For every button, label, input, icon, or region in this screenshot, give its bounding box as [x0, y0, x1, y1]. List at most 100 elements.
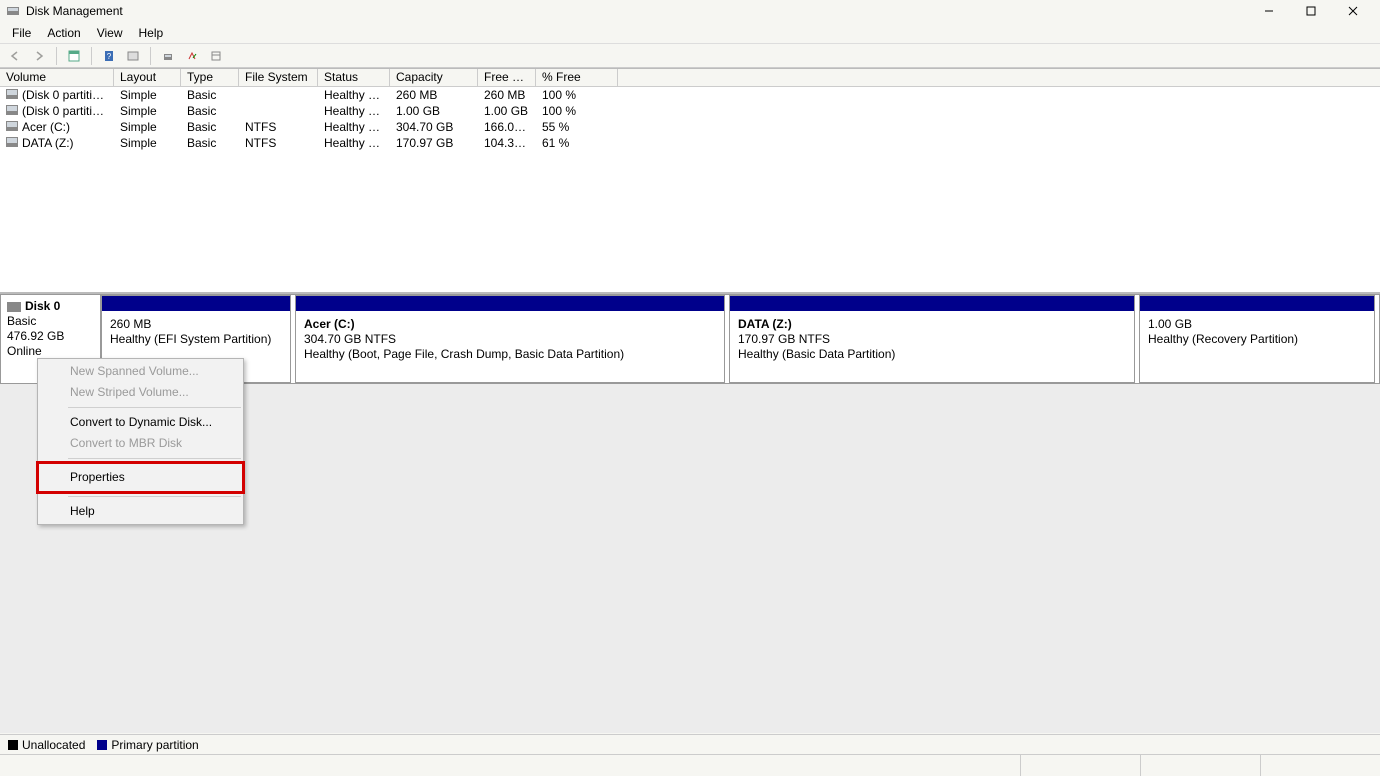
partition-desc: Healthy (Basic Data Partition)	[738, 347, 1126, 362]
legend-primary-label: Primary partition	[111, 738, 198, 752]
legend-unallocated: Unallocated	[8, 738, 85, 752]
column-header-layout[interactable]: Layout	[114, 69, 181, 86]
volume-name: (Disk 0 partition 5)	[22, 104, 114, 118]
table-row[interactable]: Acer (C:) Simple Basic NTFS Healthy (B..…	[0, 119, 1380, 135]
partition-header	[730, 296, 1134, 311]
cell-pct: 100 %	[536, 88, 618, 102]
settings-button[interactable]	[122, 46, 144, 66]
cell-layout: Simple	[114, 136, 181, 150]
toolbar-button-a[interactable]	[157, 46, 179, 66]
partition-header	[102, 296, 290, 311]
cell-type: Basic	[181, 104, 239, 118]
menu-bar: File Action View Help	[0, 22, 1380, 44]
partition-header	[1140, 296, 1374, 311]
volume-name: DATA (Z:)	[22, 136, 74, 150]
column-header-volume[interactable]: Volume	[0, 69, 114, 86]
context-help[interactable]: Help	[38, 501, 243, 522]
context-new-spanned-volume: New Spanned Volume...	[38, 361, 243, 382]
table-row[interactable]: (Disk 0 partition 1) Simple Basic Health…	[0, 87, 1380, 103]
volume-list-body: (Disk 0 partition 1) Simple Basic Health…	[0, 87, 1380, 292]
partition-header	[296, 296, 724, 311]
column-header-freespace[interactable]: Free Sp...	[478, 69, 536, 86]
refresh-button[interactable]	[63, 46, 85, 66]
table-row[interactable]: DATA (Z:) Simple Basic NTFS Healthy (B..…	[0, 135, 1380, 151]
toolbar-button-b[interactable]	[181, 46, 203, 66]
volume-name: Acer (C:)	[22, 120, 70, 134]
menu-view[interactable]: View	[89, 24, 131, 42]
window-maximize-button[interactable]	[1290, 0, 1332, 22]
cell-type: Basic	[181, 120, 239, 134]
cell-pct: 61 %	[536, 136, 618, 150]
partition-title: Acer (C:)	[304, 317, 716, 332]
menu-help[interactable]: Help	[131, 24, 172, 42]
legend-bar: Unallocated Primary partition	[0, 734, 1380, 754]
context-separator	[68, 407, 241, 408]
drive-icon	[6, 137, 18, 147]
partition-title: DATA (Z:)	[738, 317, 1126, 332]
help-button[interactable]: ?	[98, 46, 120, 66]
volume-list-header: Volume Layout Type File System Status Ca…	[0, 69, 1380, 87]
legend-unallocated-label: Unallocated	[22, 738, 85, 752]
column-header-status[interactable]: Status	[318, 69, 390, 86]
cell-status: Healthy (R...	[318, 104, 390, 118]
swatch-primary-icon	[97, 740, 107, 750]
drive-icon	[6, 121, 18, 131]
toolbar: ?	[0, 44, 1380, 68]
partition-size: 260 MB	[110, 317, 282, 332]
context-convert-dynamic[interactable]: Convert to Dynamic Disk...	[38, 412, 243, 433]
swatch-unallocated-icon	[8, 740, 18, 750]
status-bar	[0, 754, 1380, 776]
column-header-capacity[interactable]: Capacity	[390, 69, 478, 86]
window-minimize-button[interactable]	[1248, 0, 1290, 22]
partition-size: 170.97 GB NTFS	[738, 332, 1126, 347]
menu-action[interactable]: Action	[39, 24, 88, 42]
svg-text:?: ?	[107, 52, 112, 61]
context-new-striped-volume: New Striped Volume...	[38, 382, 243, 403]
cell-type: Basic	[181, 136, 239, 150]
cell-pct: 100 %	[536, 104, 618, 118]
drive-icon	[6, 89, 18, 99]
column-header-pctfree[interactable]: % Free	[536, 69, 618, 86]
toolbar-separator	[150, 47, 151, 65]
cell-status: Healthy (B...	[318, 120, 390, 134]
menu-file[interactable]: File	[4, 24, 39, 42]
cell-free: 166.08 GB	[478, 120, 536, 134]
status-cell	[1140, 755, 1260, 776]
partition-desc: Healthy (Boot, Page File, Crash Dump, Ba…	[304, 347, 716, 362]
drive-icon	[7, 302, 21, 312]
toolbar-separator	[91, 47, 92, 65]
status-cell	[1020, 755, 1140, 776]
column-header-type[interactable]: Type	[181, 69, 239, 86]
app-icon	[6, 4, 20, 18]
cell-cap: 170.97 GB	[390, 136, 478, 150]
cell-type: Basic	[181, 88, 239, 102]
toolbar-button-c[interactable]	[205, 46, 227, 66]
disk-partitions: 260 MB Healthy (EFI System Partition) Ac…	[101, 295, 1379, 383]
window-titlebar: Disk Management	[0, 0, 1380, 22]
cell-layout: Simple	[114, 88, 181, 102]
cell-layout: Simple	[114, 104, 181, 118]
status-cell	[1260, 755, 1380, 776]
cell-free: 1.00 GB	[478, 104, 536, 118]
context-properties[interactable]: Properties	[38, 463, 243, 492]
cell-cap: 304.70 GB	[390, 120, 478, 134]
cell-status: Healthy (B...	[318, 136, 390, 150]
legend-primary: Primary partition	[97, 738, 198, 752]
disk-state: Online	[7, 344, 94, 359]
partition-desc: Healthy (EFI System Partition)	[110, 332, 282, 347]
cell-status: Healthy (E...	[318, 88, 390, 102]
table-row[interactable]: (Disk 0 partition 5) Simple Basic Health…	[0, 103, 1380, 119]
column-header-filesystem[interactable]: File System	[239, 69, 318, 86]
context-separator	[68, 496, 241, 497]
partition-box[interactable]: Acer (C:) 304.70 GB NTFS Healthy (Boot, …	[295, 295, 725, 383]
partition-box[interactable]: 1.00 GB Healthy (Recovery Partition)	[1139, 295, 1375, 383]
cell-free: 260 MB	[478, 88, 536, 102]
drive-icon	[6, 105, 18, 115]
window-close-button[interactable]	[1332, 0, 1374, 22]
nav-back-button[interactable]	[4, 46, 26, 66]
partition-box[interactable]: DATA (Z:) 170.97 GB NTFS Healthy (Basic …	[729, 295, 1135, 383]
nav-forward-button[interactable]	[28, 46, 50, 66]
partition-size: 1.00 GB	[1148, 317, 1366, 332]
context-convert-mbr: Convert to MBR Disk	[38, 433, 243, 454]
volume-name: (Disk 0 partition 1)	[22, 88, 114, 102]
